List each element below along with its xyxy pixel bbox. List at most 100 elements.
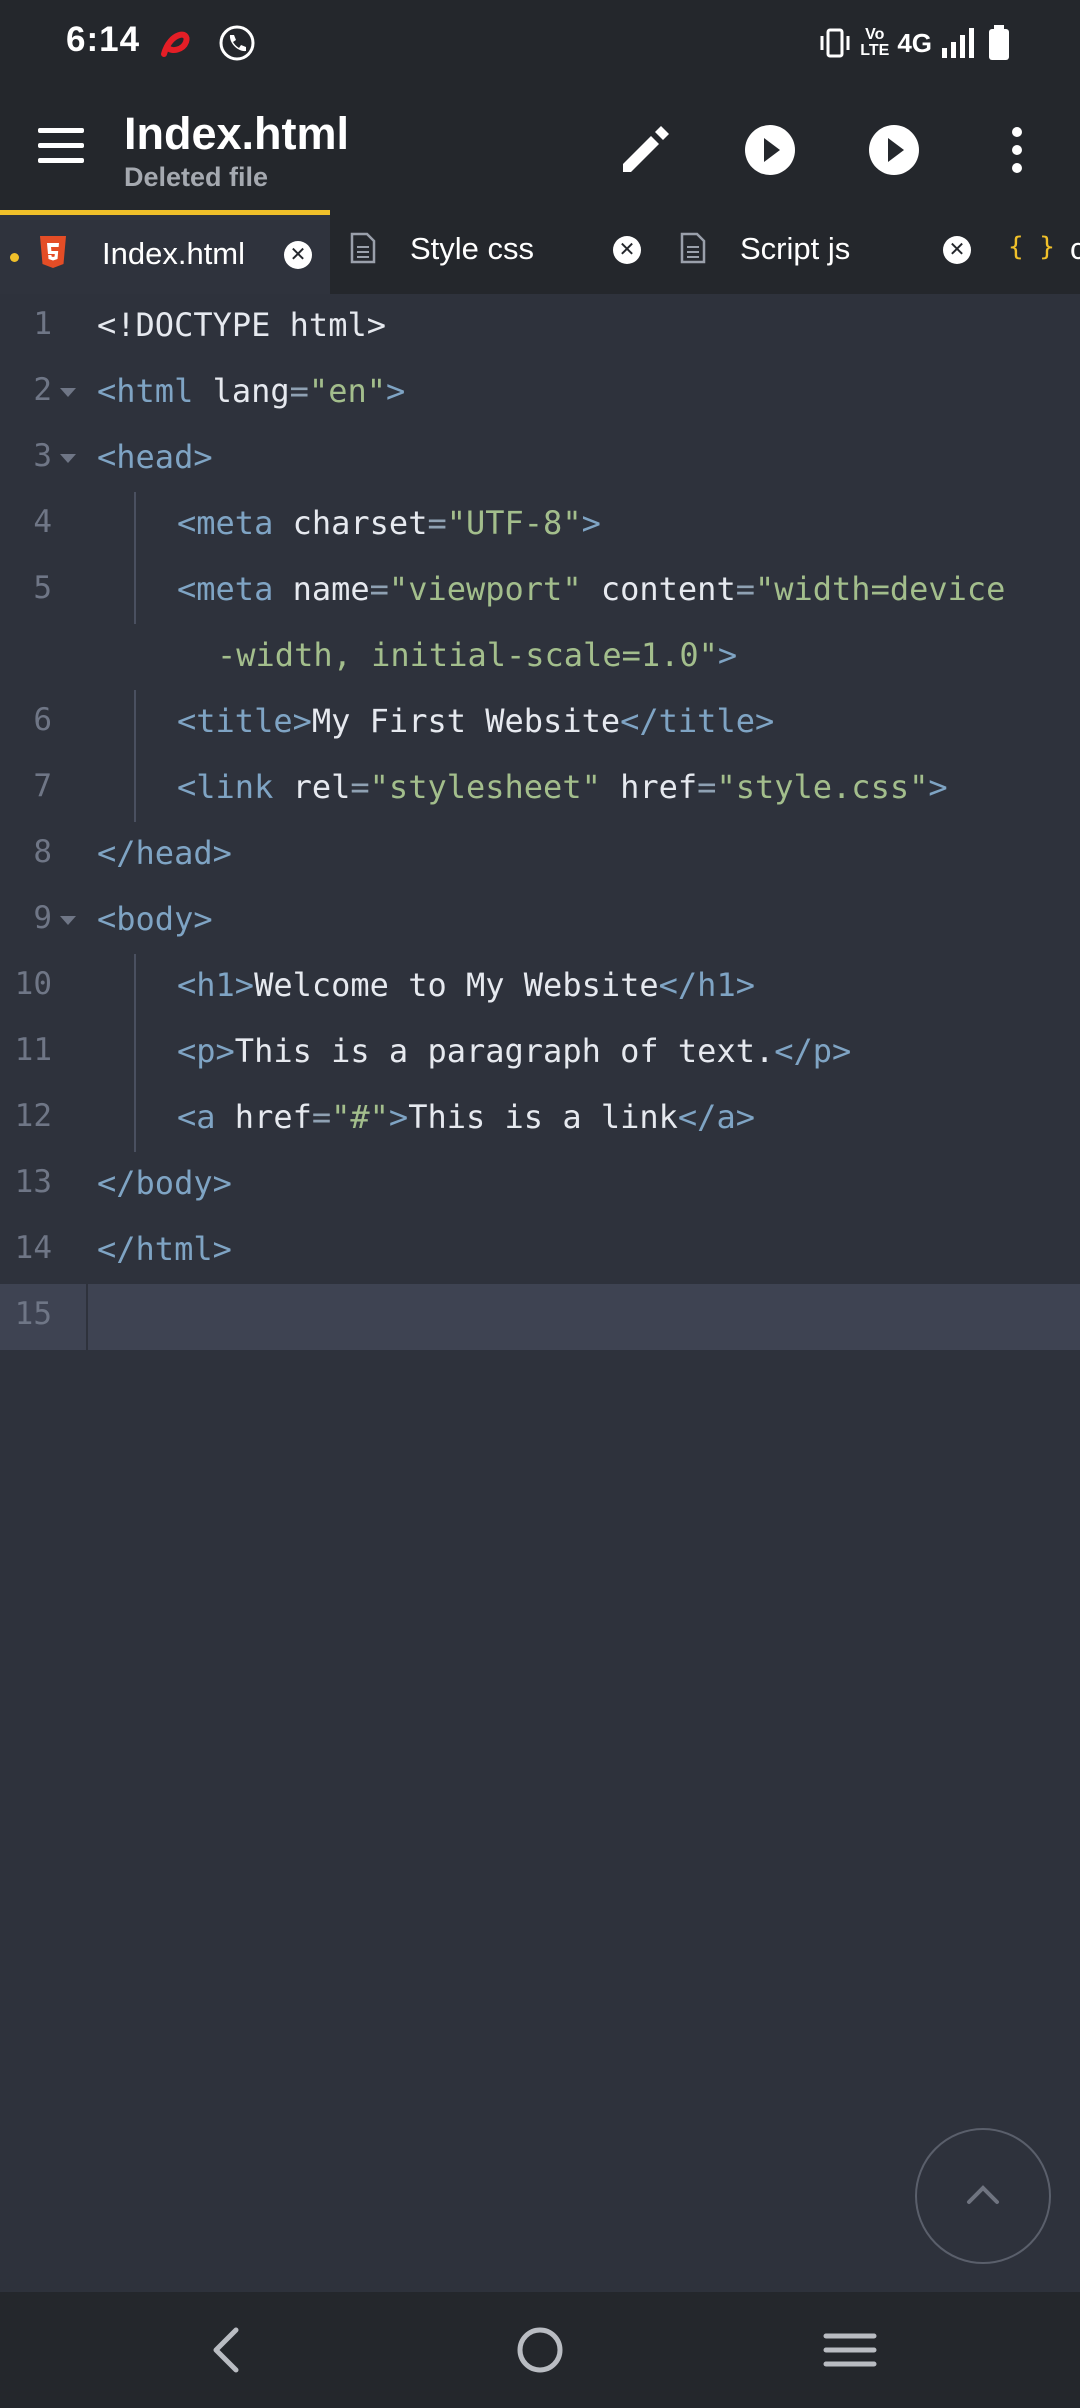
code-line: 6 <title>My First Website</title> — [0, 690, 1080, 756]
indent-guide — [134, 1086, 136, 1152]
code-line: 14 </html> — [0, 1218, 1080, 1284]
tab-label: Style css — [410, 231, 535, 266]
gutter-divider — [86, 1284, 88, 1350]
code-token: <p> — [177, 1032, 235, 1070]
code-token: "style.css" — [716, 768, 929, 806]
json-braces-icon: { } — [1008, 232, 1055, 262]
airtel-icon — [161, 31, 190, 57]
volte-badge: Vo LTE — [860, 27, 889, 59]
indent-guide — [134, 558, 136, 624]
code-token: = — [427, 504, 447, 542]
back-icon[interactable] — [198, 2320, 258, 2380]
fold-arrow-icon[interactable] — [60, 916, 76, 925]
code-token: content — [581, 570, 736, 608]
code-line: 12 <a href="#">This is a link</a> — [0, 1086, 1080, 1152]
status-time: 6:14 — [66, 20, 141, 59]
code-line: 2 <html lang="en"> — [0, 360, 1080, 426]
scroll-to-top-button[interactable] — [915, 2128, 1051, 2264]
code-token: = — [289, 372, 309, 410]
code-token: This is a paragraph of text. — [234, 1032, 775, 1070]
code-editor[interactable]: 1 <!DOCTYPE html> 2 <html lang="en"> 3 <… — [0, 294, 1080, 2294]
code-line: 7 <link rel="stylesheet" href="style.css… — [0, 756, 1080, 822]
code-token: </a> — [677, 1098, 755, 1136]
fold-arrow-icon[interactable] — [60, 388, 76, 397]
code-line: 13 </body> — [0, 1152, 1080, 1218]
play-icon[interactable] — [864, 120, 924, 180]
code-token: > — [388, 1098, 409, 1136]
code-token: "width=device — [754, 570, 1006, 608]
unsaved-indicator — [10, 253, 19, 262]
close-icon[interactable]: ✕ — [284, 241, 312, 269]
call-icon — [219, 25, 255, 61]
code-line: 5 <meta name="viewport" content="width=d… — [0, 558, 1080, 690]
code-token: = — [369, 570, 389, 608]
indent-guide — [134, 756, 136, 822]
file-icon — [350, 232, 376, 264]
file-title: Index.html — [124, 108, 350, 159]
line-number: 8 — [33, 834, 52, 870]
file-icon — [680, 232, 706, 264]
code-line: 10 <h1>Welcome to My Website</h1> — [0, 954, 1080, 1020]
volte-line2: LTE — [860, 42, 890, 59]
code-line: 4 <meta charset="UTF-8"> — [0, 492, 1080, 558]
code-token: href — [215, 1098, 312, 1136]
tab-index-html[interactable]: Index.html ✕ — [0, 210, 330, 294]
code-token: > — [581, 504, 601, 542]
code-token: <html — [97, 372, 194, 410]
line-number: 11 — [14, 1032, 52, 1068]
current-line[interactable]: 15 — [0, 1284, 1080, 1350]
code-token: "UTF-8" — [446, 504, 582, 542]
code-token: = — [735, 570, 755, 608]
line-number: 15 — [14, 1296, 52, 1332]
code-token: <title> — [177, 702, 312, 740]
tab-bar: Index.html ✕ Style css ✕ Script js ✕ { }… — [0, 210, 1080, 294]
indent-guide — [134, 954, 136, 1020]
close-icon[interactable]: ✕ — [613, 236, 641, 264]
code-token: "stylesheet" — [369, 768, 601, 806]
tab-label: Script js — [740, 231, 851, 266]
play-icon[interactable] — [740, 120, 800, 180]
code-text: </html> — [97, 1230, 232, 1268]
line-number: 4 — [33, 504, 52, 540]
tab-script-js[interactable]: Script js ✕ — [660, 210, 990, 294]
code-text: </head> — [97, 834, 232, 872]
tab-style-css[interactable]: Style css ✕ — [330, 210, 660, 294]
line-number: 3 — [33, 438, 52, 474]
tab-label: c — [1070, 231, 1080, 266]
code-token: rel — [273, 768, 351, 806]
code-token: "viewport" — [388, 570, 582, 608]
line-number: 2 — [33, 372, 52, 408]
line-number: 13 — [14, 1164, 52, 1200]
line-number: 1 — [33, 306, 52, 342]
app-bar: Index.html Deleted file — [0, 90, 1080, 210]
more-vert-icon[interactable] — [990, 120, 1044, 180]
line-number: 14 — [14, 1230, 52, 1266]
recents-icon[interactable] — [820, 2320, 880, 2380]
code-token: <meta — [177, 504, 274, 542]
code-token: = — [697, 768, 717, 806]
code-token: <link — [177, 768, 274, 806]
status-bar: 6:14 Vo LTE 4G — [0, 0, 1080, 90]
pencil-icon[interactable] — [615, 120, 675, 180]
line-number: 9 — [33, 900, 52, 936]
close-icon[interactable]: ✕ — [943, 236, 971, 264]
code-token: <h1> — [177, 966, 255, 1004]
code-token: </p> — [774, 1032, 852, 1070]
indent-guide — [134, 492, 136, 558]
code-token: </title> — [620, 702, 775, 740]
battery-icon — [989, 25, 1009, 60]
home-icon[interactable] — [510, 2320, 570, 2380]
code-line: 9 <body> — [0, 888, 1080, 954]
line-number: 10 — [14, 966, 52, 1002]
menu-icon[interactable] — [38, 128, 84, 168]
code-line: 3 <head> — [0, 426, 1080, 492]
code-text: <body> — [97, 900, 213, 938]
fold-arrow-icon[interactable] — [60, 454, 76, 463]
chevron-up-icon — [967, 2185, 999, 2204]
indent-guide — [134, 690, 136, 756]
tab-json[interactable]: { } c — [990, 210, 1080, 294]
indent-guide — [134, 1020, 136, 1086]
code-line: 1 <!DOCTYPE html> — [0, 294, 1080, 360]
code-token: charset — [273, 504, 428, 542]
code-token: <a — [177, 1098, 216, 1136]
